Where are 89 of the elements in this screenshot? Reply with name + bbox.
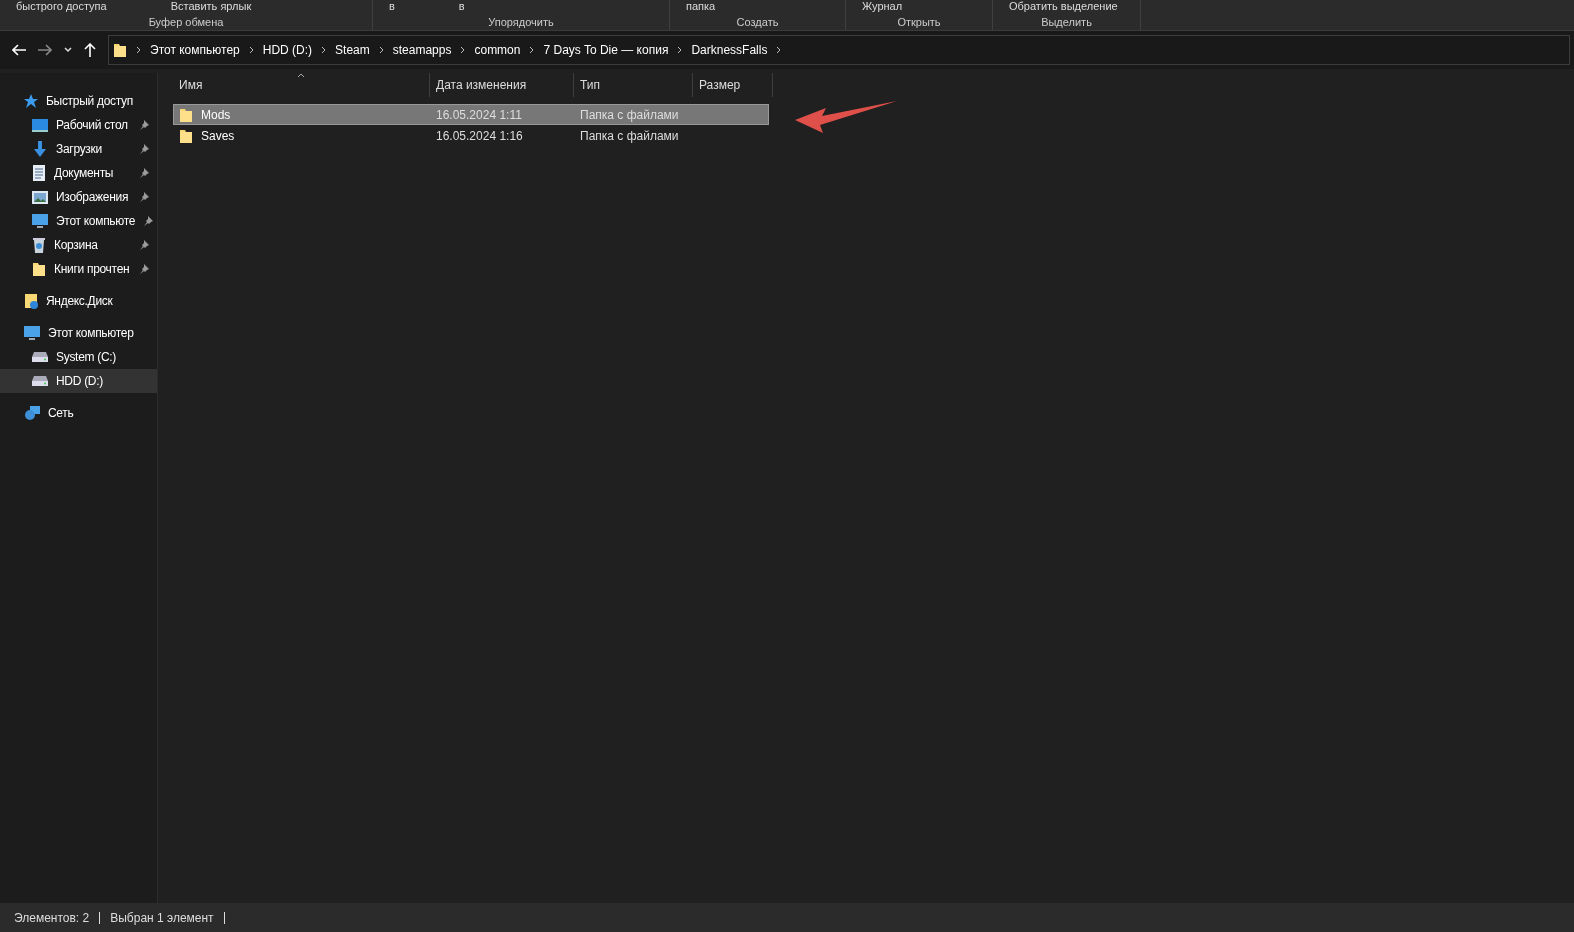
sidebar-item[interactable]: Этот компьютер	[0, 321, 157, 345]
drive-icon	[32, 376, 48, 386]
monitor-icon	[24, 325, 40, 341]
ribbon-group-label: Открыть	[896, 14, 942, 30]
chevron-right-icon	[529, 46, 535, 54]
down-arrow-icon	[32, 141, 48, 157]
breadcrumb[interactable]: 7 Days To Die — копия	[543, 41, 669, 59]
status-text: Выбран 1 элемент	[110, 909, 214, 927]
date-cell-text: 16.05.2024 1:11	[435, 106, 523, 124]
ribbon-command[interactable]: Обратить выделение	[1009, 0, 1118, 13]
folder-icon	[32, 261, 46, 277]
ribbon-group-label: Создать	[735, 14, 780, 30]
address-bar[interactable]: Этот компьютер HDD (D:) Steam steamapps common 7 Days To Die — копия DarknessFalls	[108, 35, 1570, 65]
sidebar-label: Корзина	[54, 237, 98, 254]
column-header[interactable]: Имя	[173, 73, 430, 97]
sidebar-item[interactable]: HDD (D:)	[0, 369, 157, 393]
ribbon-command[interactable]: в	[458, 0, 465, 13]
document-icon	[32, 165, 46, 181]
chevron-right-icon	[460, 46, 466, 54]
sidebar-item[interactable]: Этот компьюте	[0, 209, 157, 233]
chevron-right-icon	[136, 46, 141, 54]
sidebar-item[interactable]: Книги прочтен	[0, 257, 157, 281]
breadcrumb[interactable]: common	[474, 41, 521, 59]
sidebar-item[interactable]: Изображения	[0, 185, 157, 209]
sidebar-label: Этот компьютер	[48, 325, 134, 342]
ribbon-group-label: Упорядочить	[487, 14, 555, 30]
ribbon-group-label: Выделить	[1040, 14, 1093, 30]
up-arrow-icon[interactable]	[84, 43, 96, 57]
sidebar-item[interactable]: Корзина	[0, 233, 157, 257]
sidebar-label: Загрузки	[56, 141, 102, 158]
back-arrow-icon[interactable]	[12, 44, 26, 56]
sidebar-item[interactable]: System (C:)	[0, 345, 157, 369]
chevron-down-icon[interactable]	[64, 47, 72, 53]
chevron-right-icon	[248, 46, 254, 54]
star-icon	[24, 94, 38, 108]
column-header[interactable]: Размер	[693, 73, 773, 97]
status-text: Элементов: 2	[14, 909, 90, 927]
network-icon	[24, 405, 40, 421]
sidebar-item[interactable]: Документы	[0, 161, 157, 185]
folder-icon	[179, 106, 193, 123]
monitor-icon	[32, 213, 48, 229]
file-row[interactable]: Mods 16.05.2024 1:11 Папка с файлами	[173, 104, 769, 125]
type-cell-text: Папка с файлами	[579, 127, 680, 145]
sidebar-item[interactable]: Рабочий стол	[0, 113, 157, 137]
drive-icon	[32, 352, 48, 362]
ribbon-command[interactable]: в	[389, 0, 395, 13]
file-row[interactable]: Saves 16.05.2024 1:16 Папка с файлами	[173, 125, 769, 146]
sidebar-label: HDD (D:)	[56, 373, 103, 390]
sidebar-label: System (C:)	[56, 349, 117, 366]
sidebar-item[interactable]: Сеть	[0, 401, 157, 425]
breadcrumb[interactable]: HDD (D:)	[262, 41, 313, 59]
sidebar-item[interactable]: Быстрый доступ	[0, 89, 157, 113]
breadcrumb[interactable]: DarknessFalls	[691, 41, 768, 59]
column-header[interactable]: Дата изменения	[430, 73, 574, 97]
chevron-right-icon	[776, 46, 782, 54]
ribbon-command[interactable]: папка	[686, 0, 716, 13]
file-name: Saves	[201, 127, 235, 145]
sort-caret-icon	[297, 73, 305, 78]
folder-icon	[179, 127, 193, 144]
ribbon-command[interactable]: Вставить ярлык	[170, 0, 252, 13]
sidebar-label: Документы	[54, 165, 114, 182]
date-cell-text: 16.05.2024 1:16	[435, 127, 524, 145]
ribbon-command[interactable]: Журнал	[862, 0, 903, 13]
desktop-icon	[32, 118, 48, 132]
column-header[interactable]: Тип	[574, 73, 693, 97]
chevron-right-icon	[677, 46, 683, 54]
breadcrumb[interactable]: Steam	[335, 41, 370, 59]
sidebar-label: Рабочий стол	[56, 117, 128, 134]
folder-icon	[113, 42, 127, 58]
trash-bin-icon	[32, 237, 46, 253]
breadcrumb[interactable]: steamapps	[392, 41, 452, 59]
chevron-right-icon	[321, 46, 327, 54]
image-icon	[32, 190, 48, 204]
ribbon-command[interactable]: быстрого доступа	[16, 0, 107, 13]
sidebar-label: Этот компьюте	[56, 213, 136, 230]
type-cell-text: Папка с файлами	[579, 106, 680, 124]
chevron-right-icon	[378, 46, 384, 54]
sidebar-label: Сеть	[48, 405, 74, 422]
breadcrumb[interactable]: Этот компьютер	[150, 41, 240, 59]
sidebar-label: Яндекс.Диск	[46, 293, 113, 310]
file-name: Mods	[201, 106, 231, 124]
sidebar-label: Быстрый доступ	[46, 93, 133, 110]
sidebar-item[interactable]: Загрузки	[0, 137, 157, 161]
forward-arrow-icon[interactable]	[38, 44, 52, 56]
ribbon-group-label: Буфер обмена	[147, 14, 225, 30]
sidebar-label: Изображения	[56, 189, 129, 206]
sidebar-label: Книги прочтен	[54, 261, 130, 278]
folder-cloud-icon	[24, 293, 38, 309]
sidebar-item[interactable]: Яндекс.Диск	[0, 289, 157, 313]
